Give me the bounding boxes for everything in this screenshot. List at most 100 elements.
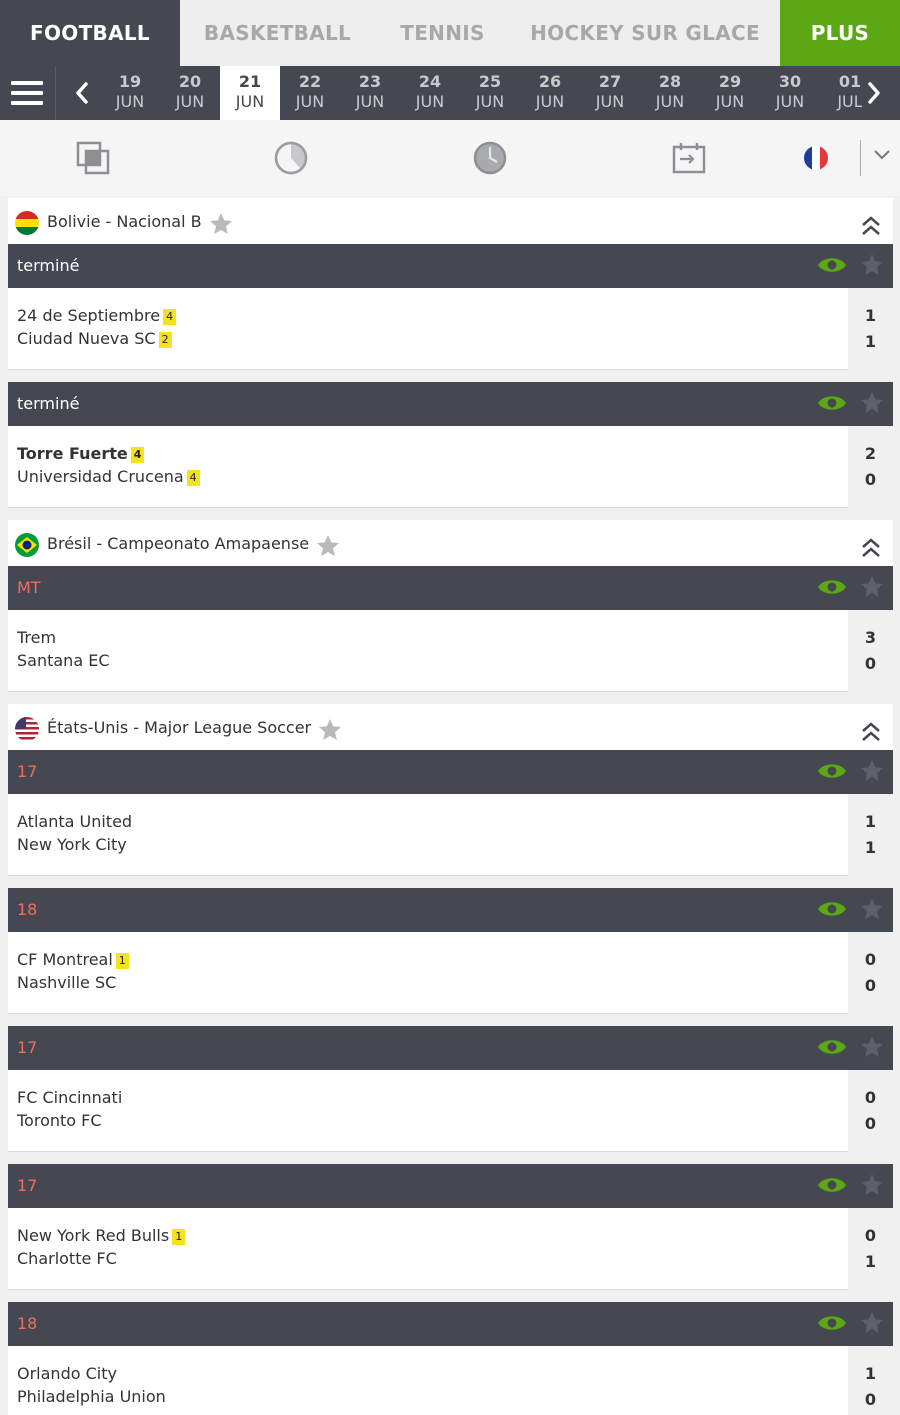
star-icon[interactable] — [859, 896, 885, 922]
away-team[interactable]: Universidad Crucena 4 — [17, 467, 200, 486]
date-item[interactable]: 26 JUN — [520, 66, 580, 120]
eye-icon[interactable] — [816, 576, 848, 598]
eye-icon[interactable] — [816, 1312, 848, 1334]
tab-football[interactable]: FOOTBALL — [0, 0, 180, 66]
chevron-left-icon[interactable] — [70, 78, 94, 108]
home-team[interactable]: FC Cincinnati — [17, 1088, 122, 1107]
home-team[interactable]: 24 de Septiembre 4 — [17, 306, 177, 325]
hamburger-menu-icon[interactable] — [0, 66, 54, 120]
date-item[interactable]: 28 JUN — [640, 66, 700, 120]
match-row[interactable]: FC Cincinnati Toronto FC 0 0 — [8, 1070, 893, 1152]
match-row[interactable]: New York Red Bulls 1 Charlotte FC 0 1 — [8, 1208, 893, 1290]
team-name: Universidad Crucena — [17, 467, 184, 486]
match-status: terminé — [17, 256, 80, 275]
away-team[interactable]: Toronto FC — [17, 1111, 102, 1130]
away-team[interactable]: Ciudad Nueva SC 2 — [17, 329, 172, 348]
away-team[interactable]: Philadelphia Union — [17, 1387, 166, 1406]
tab-basketball[interactable]: BASKETBALL — [180, 0, 375, 66]
date-item[interactable]: 30 JUN — [760, 66, 820, 120]
date-item[interactable]: 27 JUN — [580, 66, 640, 120]
date-item[interactable]: 25 JUN — [460, 66, 520, 120]
score-box: 01 — [848, 1208, 893, 1290]
star-icon[interactable] — [317, 717, 343, 743]
match-status: 17 — [17, 1038, 38, 1057]
star-icon[interactable] — [859, 574, 885, 600]
chevron-right-icon[interactable] — [862, 78, 886, 108]
eye-icon[interactable] — [816, 1174, 848, 1196]
away-team[interactable]: Santana EC — [17, 651, 110, 670]
star-icon[interactable] — [208, 211, 234, 237]
team-name: New York City — [17, 835, 127, 854]
match-status: 18 — [17, 1314, 38, 1333]
star-icon[interactable] — [859, 1310, 885, 1336]
eye-icon[interactable] — [816, 898, 848, 920]
date-item[interactable]: 22 JUN — [280, 66, 340, 120]
star-icon[interactable] — [859, 758, 885, 784]
date-day: 19 — [118, 72, 142, 91]
away-team[interactable]: Charlotte FC — [17, 1249, 117, 1268]
date-item[interactable]: 19 JUN — [100, 66, 160, 120]
calendar-list-icon[interactable] — [671, 140, 707, 176]
match-status: MT — [17, 578, 41, 597]
collapse-icon[interactable] — [860, 536, 882, 560]
overlap-squares-icon[interactable] — [75, 140, 111, 176]
star-icon[interactable] — [859, 252, 885, 278]
star-icon[interactable] — [859, 390, 885, 416]
league-name[interactable]: Brésil - Campeonato Amapaense — [47, 534, 309, 553]
collapse-icon[interactable] — [860, 720, 882, 744]
tab-tennis[interactable]: TENNIS — [375, 0, 510, 66]
home-team[interactable]: CF Montreal 1 — [17, 950, 129, 969]
star-icon[interactable] — [315, 533, 341, 559]
date-item[interactable]: 29 JUN — [700, 66, 760, 120]
away-score: 1 — [864, 1252, 877, 1271]
date-month: JUN — [175, 92, 205, 111]
france-flag-icon[interactable] — [802, 144, 830, 172]
date-item[interactable]: 24 JUN — [400, 66, 460, 120]
date-day: 21 — [238, 72, 262, 91]
match-status: 17 — [17, 762, 38, 781]
league-header[interactable]: États-Unis - Major League Soccer — [8, 704, 893, 750]
date-item[interactable]: 20 JUN — [160, 66, 220, 120]
divider — [55, 66, 56, 120]
league-name[interactable]: Bolivie - Nacional B — [47, 212, 202, 231]
eye-icon[interactable] — [816, 392, 848, 414]
date-month: JUN — [775, 92, 805, 111]
home-team[interactable]: Torre Fuerte 4 — [17, 444, 145, 463]
star-icon[interactable] — [859, 1172, 885, 1198]
live-clock-icon[interactable] — [472, 140, 508, 176]
away-team[interactable]: Nashville SC — [17, 973, 116, 992]
home-score: 1 — [864, 306, 877, 325]
pie-clock-icon[interactable] — [273, 140, 309, 176]
league-header[interactable]: Brésil - Campeonato Amapaense — [8, 520, 893, 566]
eye-icon[interactable] — [816, 760, 848, 782]
match-row[interactable]: Trem Santana EC 3 0 — [8, 610, 893, 692]
date-item[interactable]: 23 JUN — [340, 66, 400, 120]
league-name[interactable]: États-Unis - Major League Soccer — [47, 718, 311, 737]
chevron-down-icon[interactable] — [873, 148, 891, 162]
collapse-icon[interactable] — [860, 214, 882, 238]
home-team[interactable]: New York Red Bulls 1 — [17, 1226, 186, 1245]
eye-icon[interactable] — [816, 1036, 848, 1058]
home-team[interactable]: Atlanta United — [17, 812, 132, 831]
tab-hockey[interactable]: HOCKEY SUR GLACE — [510, 0, 780, 66]
home-team[interactable]: Orlando City — [17, 1364, 117, 1383]
team-name: CF Montreal — [17, 950, 113, 969]
league-header[interactable]: Bolivie - Nacional B — [8, 198, 893, 244]
home-team[interactable]: Trem — [17, 628, 56, 647]
card-count-badge: 1 — [115, 953, 129, 969]
away-team[interactable]: New York City — [17, 835, 127, 854]
match-status-bar: terminé — [8, 244, 893, 288]
star-icon[interactable] — [859, 1034, 885, 1060]
match-row[interactable]: Atlanta United New York City 1 1 — [8, 794, 893, 876]
match-row[interactable]: Torre Fuerte 4 Universidad Crucena 4 2 0 — [8, 426, 893, 508]
date-day: 27 — [598, 72, 622, 91]
team-name: Atlanta United — [17, 812, 133, 831]
date-month: JUN — [115, 92, 145, 111]
match-row[interactable]: Orlando City Philadelphia Union 1 0 — [8, 1346, 893, 1415]
tab-plus[interactable]: PLUS — [780, 0, 900, 66]
team-name: Toronto FC — [17, 1111, 102, 1130]
eye-icon[interactable] — [816, 254, 848, 276]
match-row[interactable]: 24 de Septiembre 4 Ciudad Nueva SC 2 1 1 — [8, 288, 893, 370]
date-item[interactable]: 21 JUN — [220, 66, 280, 120]
match-row[interactable]: CF Montreal 1 Nashville SC 0 0 — [8, 932, 893, 1014]
